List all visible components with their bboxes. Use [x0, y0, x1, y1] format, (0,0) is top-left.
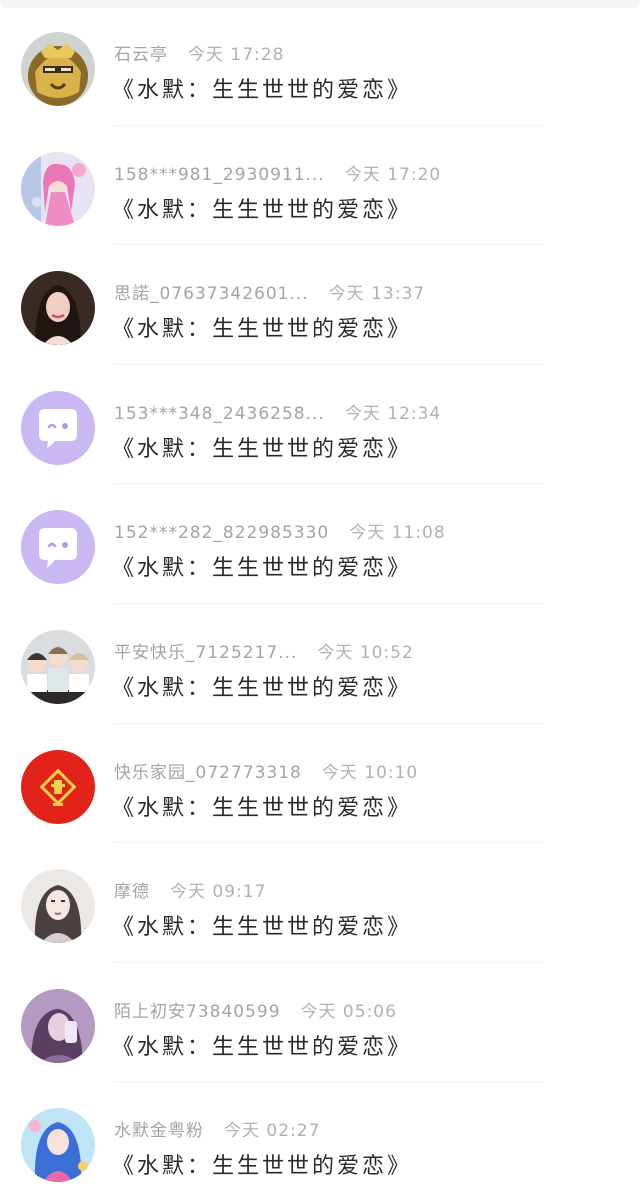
list-item[interactable]: 思諾_07637342601... 今天 13:37 《水默：生生世世的爱恋》	[0, 245, 640, 365]
message-time: 今天 13:37	[328, 284, 426, 305]
list-item[interactable]: 158***981_2930911... 今天 17:20 《水默：生生世世的爱恋…	[0, 126, 640, 246]
message-time: 今天 12:34	[344, 403, 442, 424]
message-time: 今天 05:06	[300, 1001, 397, 1022]
message-text: 《水默：生生世世的爱恋》	[112, 676, 413, 701]
message-text: 《水默：生生世世的爱恋》	[112, 436, 413, 462]
list-item[interactable]: 平安快乐_7125217... 今天 10:52 《水默：生生世世的爱恋》	[0, 604, 640, 724]
message-text: 《水默：生生世世的爱恋》	[112, 795, 413, 821]
sender-name: 153***348_2436258...	[114, 403, 325, 424]
message-time: 今天 02:27	[224, 1121, 321, 1142]
sender-name: 平安快乐_7125217...	[114, 643, 298, 663]
message-time: 今天 11:08	[349, 523, 446, 544]
message-time: 今天 10:52	[317, 643, 414, 663]
anime-group-avatar[interactable]	[21, 630, 95, 704]
red-fu-avatar[interactable]	[21, 749, 95, 824]
message-meta: 快乐家园_072773318 今天 10:10	[114, 758, 419, 783]
message-text: 《水默：生生世世的爱恋》	[112, 317, 413, 343]
photo-girl-avatar[interactable]	[21, 271, 95, 346]
sender-name: 158***981_2930911...	[114, 164, 325, 185]
list-item[interactable]: 快乐家园_072773318 今天 10:10 《水默：生生世世的爱恋》	[0, 724, 640, 844]
message-text: 《水默：生生世世的爱恋》	[112, 78, 413, 103]
default-chat-bubble-avatar[interactable]	[21, 390, 95, 465]
sender-name: 水默金粤粉	[114, 1121, 204, 1142]
list-item[interactable]: 摩德 今天 09:17 《水默：生生世世的爱恋》	[0, 843, 640, 963]
sender-name: 152***282_822985330	[114, 523, 330, 544]
list-item[interactable]: 陌上初安73840599 今天 05:06 《水默：生生世世的爱恋》	[0, 963, 640, 1083]
sender-name: 摩德	[114, 882, 150, 903]
sketch-girl-avatar[interactable]	[21, 869, 95, 944]
list-item[interactable]: 152***282_822985330 今天 11:08 《水默：生生世世的爱恋》	[0, 484, 640, 604]
message-text: 《水默：生生世世的爱恋》	[112, 1034, 413, 1060]
message-time: 今天 17:28	[188, 45, 285, 65]
purple-girl-avatar[interactable]	[21, 988, 95, 1063]
message-meta: 158***981_2930911... 今天 17:20	[114, 160, 442, 185]
message-text: 《水默：生生世世的爱恋》	[112, 1154, 413, 1180]
message-meta: 石云亭 今天 17:28	[114, 40, 285, 65]
message-text: 《水默：生生世世的爱恋》	[112, 197, 413, 223]
message-text: 《水默：生生世世的爱恋》	[112, 556, 413, 582]
message-meta: 153***348_2436258... 今天 12:34	[114, 399, 442, 424]
message-meta: 摩德 今天 09:17	[114, 877, 267, 903]
blue-anime-girl-avatar[interactable]	[21, 1108, 95, 1183]
sender-name: 陌上初安73840599	[114, 1001, 281, 1022]
default-chat-bubble-avatar[interactable]	[21, 510, 95, 585]
message-meta: 152***282_822985330 今天 11:08	[114, 518, 446, 544]
sender-name: 石云亭	[114, 45, 168, 65]
golden-mask-avatar[interactable]	[21, 32, 95, 106]
message-meta: 平安快乐_7125217... 今天 10:52	[114, 638, 414, 663]
message-time: 今天 10:10	[321, 762, 419, 783]
message-time: 今天 17:20	[344, 164, 442, 185]
list-item[interactable]: 水默金粤粉 今天 02:27 《水默：生生世世的爱恋》	[0, 1082, 640, 1202]
sender-name: 思諾_07637342601...	[114, 284, 309, 305]
message-meta: 陌上初安73840599 今天 05:06	[114, 997, 397, 1022]
message-time: 今天 09:17	[170, 882, 267, 903]
message-meta: 思諾_07637342601... 今天 13:37	[114, 279, 426, 305]
pink-anime-girl-avatar[interactable]	[21, 151, 95, 226]
message-text: 《水默：生生世世的爱恋》	[112, 915, 413, 941]
list-item[interactable]: 石云亭 今天 17:28 《水默：生生世世的爱恋》	[0, 6, 640, 126]
list-item[interactable]: 153***348_2436258... 今天 12:34 《水默：生生世世的爱恋…	[0, 365, 640, 485]
message-meta: 水默金粤粉 今天 02:27	[114, 1116, 321, 1142]
sender-name: 快乐家园_072773318	[114, 762, 302, 783]
